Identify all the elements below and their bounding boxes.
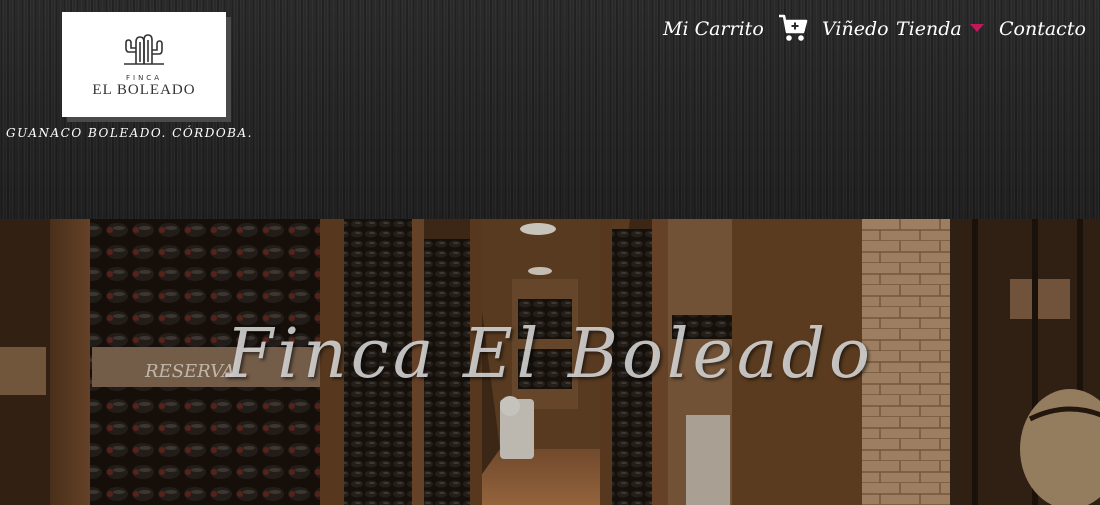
- nav-cart-link[interactable]: Mi Carrito: [663, 18, 764, 40]
- logo-small-text: FINCA: [125, 74, 162, 82]
- logo-name: EL BOLEADO: [92, 82, 196, 98]
- hero-title: Finca El Boleado: [226, 315, 874, 394]
- nav-vineyard-link[interactable]: Viñedo: [822, 18, 889, 40]
- site-tagline: GUANACO BOLEADO. CÓRDOBA.: [6, 126, 253, 140]
- shopping-cart-icon[interactable]: [778, 14, 808, 42]
- nav-shop-link[interactable]: Tienda: [896, 18, 962, 40]
- cactus-icon: [124, 34, 164, 65]
- hero-banner: RESERVA Finca El Boleado: [0, 219, 1100, 505]
- caret-down-icon[interactable]: [970, 24, 984, 33]
- site-header: FINCA EL BOLEADO GUANACO BOLEADO. CÓRDOB…: [0, 0, 1100, 219]
- nav-contact-link[interactable]: Contacto: [999, 18, 1086, 40]
- site-logo[interactable]: FINCA EL BOLEADO: [62, 12, 226, 117]
